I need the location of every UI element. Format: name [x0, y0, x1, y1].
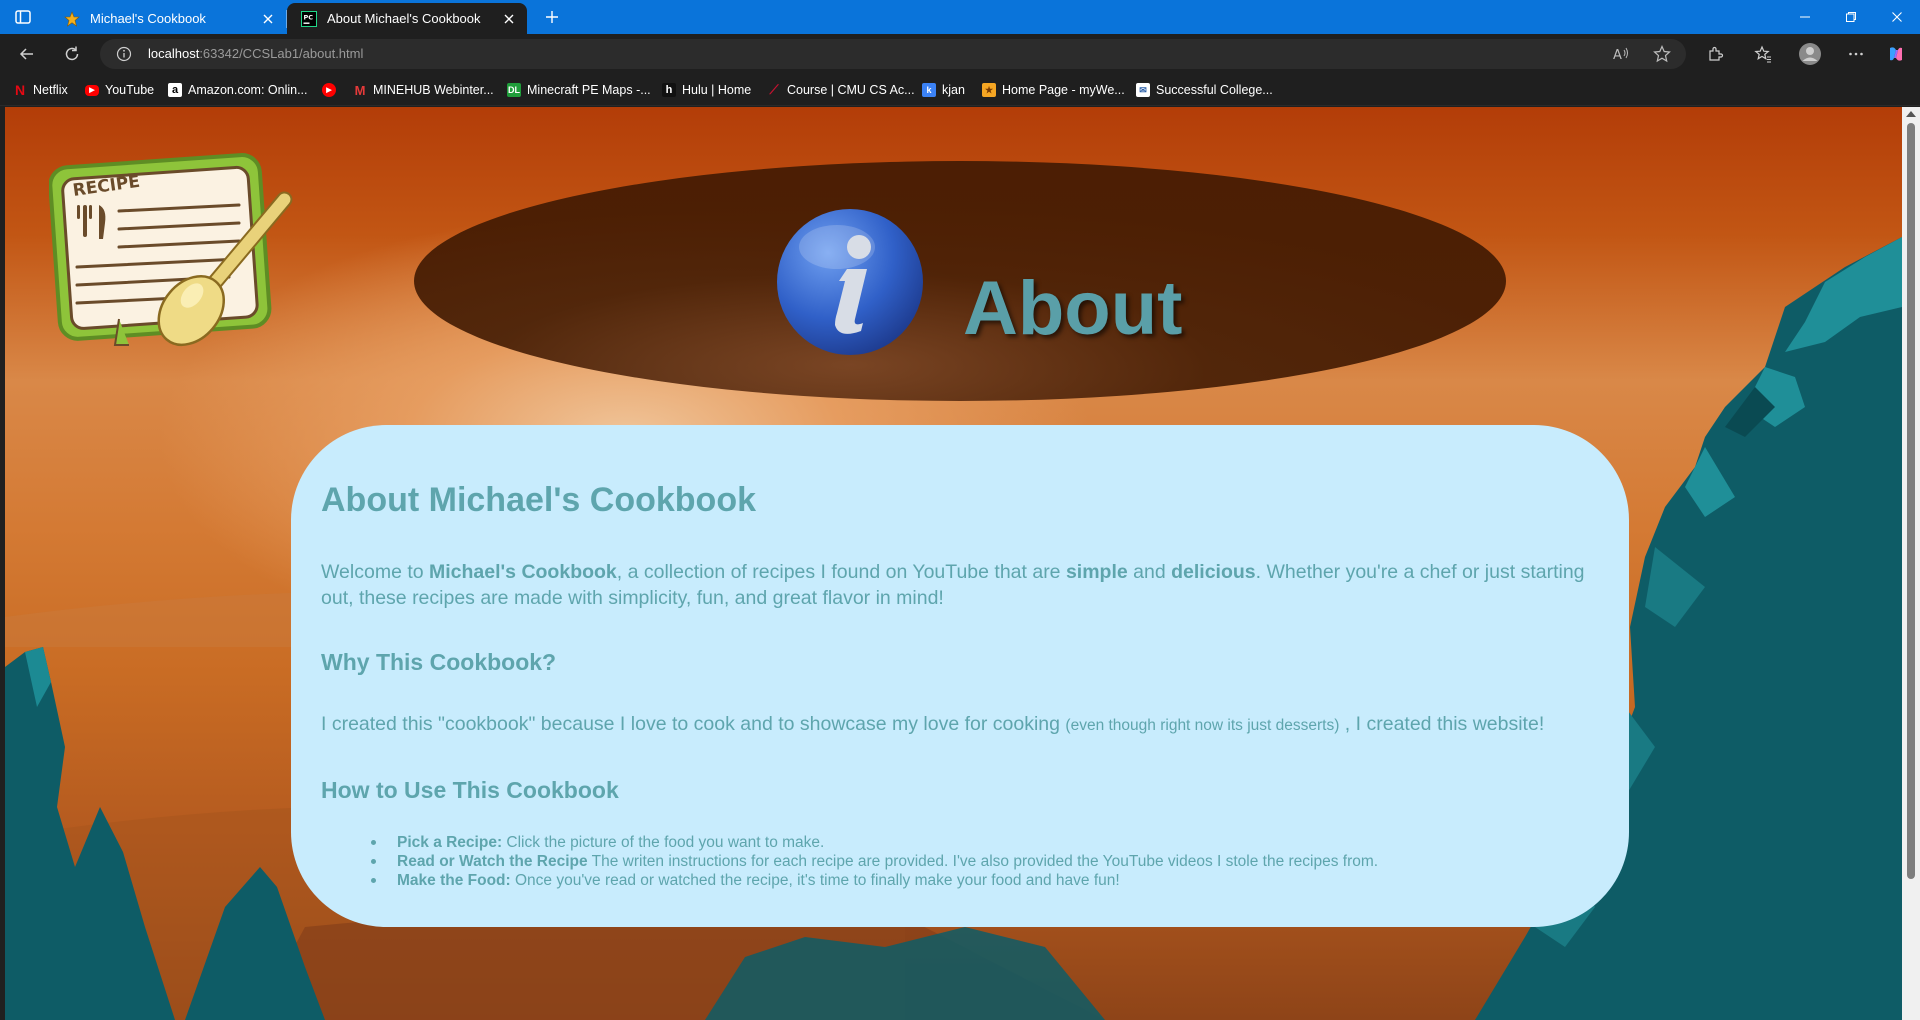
bookmark-label: kjan [942, 83, 965, 97]
step-text: Click the picture of the food you want t… [502, 834, 825, 851]
list-item: Make the Food: Once you've read or watch… [370, 871, 1378, 890]
intro-paragraph: Welcome to Michael's Cookbook, a collect… [321, 559, 1611, 611]
page-viewport: RECIPE About About Michael's Cookbook We… [5, 107, 1902, 1020]
about-card: About Michael's Cookbook Welcome to Mich… [291, 425, 1629, 927]
favorites-icon[interactable] [1753, 44, 1773, 64]
hulu-icon: h [662, 83, 676, 97]
tab-title: About Michael's Cookbook [327, 11, 481, 26]
tab-title: Michael's Cookbook [90, 11, 206, 26]
copilot-icon[interactable] [1886, 44, 1906, 64]
read-aloud-icon[interactable]: A [1612, 45, 1630, 63]
step-label: Read or Watch the Recipe [397, 853, 588, 870]
intro-bold: simple [1065, 561, 1128, 583]
url-host: localhost [148, 46, 200, 61]
svg-text:PC: PC [304, 13, 314, 21]
cmu-icon: ⟋ [769, 82, 779, 97]
college-icon: ✉ [1136, 83, 1150, 97]
intro-bold: Michael's Cookbook [429, 561, 617, 583]
myweb-icon: ★ [982, 83, 996, 97]
intro-text: , a collection of recipes I found on You… [616, 561, 1066, 583]
bookmark-label: Course | CMU CS Ac... [787, 83, 915, 97]
intro-text: and [1127, 561, 1172, 583]
browser-toolbar: localhost:63342/CCSLab1/about.html A [0, 34, 1920, 74]
why-small-text: (even though right now its just desserts… [1065, 717, 1340, 734]
svg-text:A: A [1613, 48, 1622, 63]
intro-bold: delicious [1171, 561, 1256, 583]
profile-avatar-icon[interactable] [1798, 42, 1822, 66]
bookmark-label: MINEHUB Webinter... [373, 83, 494, 97]
bookmark-minecraft-pe[interactable]: DL Minecraft PE Maps -... [507, 81, 651, 99]
bookmark-kjan[interactable]: k kjan [922, 81, 965, 99]
bookmark-cmu-cs[interactable]: ⟋ Course | CMU CS Ac... [767, 81, 915, 99]
address-bar[interactable]: localhost:63342/CCSLab1/about.html A [100, 39, 1686, 69]
intro-text: Welcome to [321, 561, 430, 583]
bookmark-youtube[interactable]: ▶ YouTube [85, 81, 154, 99]
close-window-icon[interactable] [1874, 0, 1920, 34]
dl-icon: DL [507, 83, 521, 97]
netflix-icon: N [14, 82, 26, 98]
youtube-icon: ▶ [322, 83, 336, 97]
close-tab-icon[interactable] [501, 11, 517, 27]
list-item: Read or Watch the Recipe The writen inst… [370, 852, 1379, 871]
bookmark-amazon[interactable]: a Amazon.com: Onlin... [168, 81, 308, 99]
why-text: I created this "cookbook" because I love… [321, 713, 1066, 735]
bookmark-label: Hulu | Home [682, 83, 752, 97]
page-title: About [963, 266, 1183, 351]
close-tab-icon[interactable] [260, 11, 276, 27]
bookmark-successful-college[interactable]: ✉ Successful College... [1136, 81, 1273, 99]
new-tab-icon[interactable] [542, 7, 562, 27]
bookmark-label: Minecraft PE Maps -... [527, 83, 651, 97]
tab-about[interactable]: PC About Michael's Cookbook [287, 3, 527, 34]
howto-heading: How to Use This Cookbook [321, 777, 619, 803]
minimize-icon[interactable] [1782, 0, 1828, 34]
kjan-icon: k [922, 83, 936, 97]
restore-icon[interactable] [1828, 0, 1874, 34]
why-paragraph: I created this "cookbook" because I love… [321, 713, 1544, 736]
star-icon [64, 10, 80, 27]
bookmark-label: YouTube [105, 83, 155, 97]
step-text: Once you've read or watched the recipe, … [510, 872, 1120, 889]
youtube-icon: ▶ [85, 84, 99, 96]
bookmark-hulu[interactable]: h Hulu | Home [662, 81, 751, 99]
tab-actions-icon[interactable] [14, 8, 32, 26]
bookmarks-bar: N Netflix ▶ YouTube a Amazon.com: Onlin.… [0, 74, 1920, 106]
minehub-icon: M [354, 82, 366, 98]
page-scrollbar[interactable] [1902, 107, 1920, 1020]
url-text: localhost:63342/CCSLab1/about.html [148, 46, 363, 61]
bookmark-label: Home Page - myWe... [1002, 83, 1125, 97]
about-heading: About Michael's Cookbook [321, 481, 756, 519]
pycharm-icon: PC [301, 10, 317, 27]
why-text: , I created this website! [1339, 713, 1545, 735]
step-text: The writen instructions for each recipe … [587, 853, 1379, 870]
bookmark-minehub[interactable]: M MINEHUB Webinter... [353, 81, 494, 99]
why-heading: Why This Cookbook? [321, 649, 557, 675]
title-bar: Michael's Cookbook PC About Michael's Co… [0, 0, 1920, 34]
bookmark-label: Amazon.com: Onlin... [188, 83, 308, 97]
header-banner [414, 161, 1506, 401]
more-menu-icon[interactable] [1846, 44, 1866, 64]
steps-list: Pick a Recipe: Click the picture of the … [370, 833, 1379, 890]
info-icon [777, 209, 923, 355]
scroll-thumb[interactable] [1907, 123, 1915, 879]
url-path: :63342/CCSLab1/about.html [199, 46, 364, 61]
bookmark-label: Successful College... [1156, 83, 1273, 97]
step-label: Pick a Recipe: [397, 834, 503, 851]
favorite-star-icon[interactable] [1653, 45, 1671, 63]
extensions-icon[interactable] [1705, 44, 1725, 64]
bookmark-netflix[interactable]: N Netflix [13, 81, 68, 99]
scroll-up-icon[interactable] [1906, 111, 1916, 117]
site-info-icon[interactable] [116, 46, 132, 62]
step-label: Make the Food: [397, 872, 511, 889]
bookmark-label: Netflix [33, 83, 68, 97]
recipe-logo: RECIPE [49, 153, 293, 347]
back-icon[interactable] [17, 44, 37, 64]
list-item: Pick a Recipe: Click the picture of the … [370, 833, 1378, 852]
amazon-icon: a [168, 83, 182, 97]
bookmark-home-page[interactable]: ★ Home Page - myWe... [982, 81, 1125, 99]
refresh-icon[interactable] [62, 44, 82, 64]
tab-michaels-cookbook[interactable]: Michael's Cookbook [50, 3, 286, 34]
bookmark-youtube-2[interactable]: ▶ [322, 81, 342, 99]
